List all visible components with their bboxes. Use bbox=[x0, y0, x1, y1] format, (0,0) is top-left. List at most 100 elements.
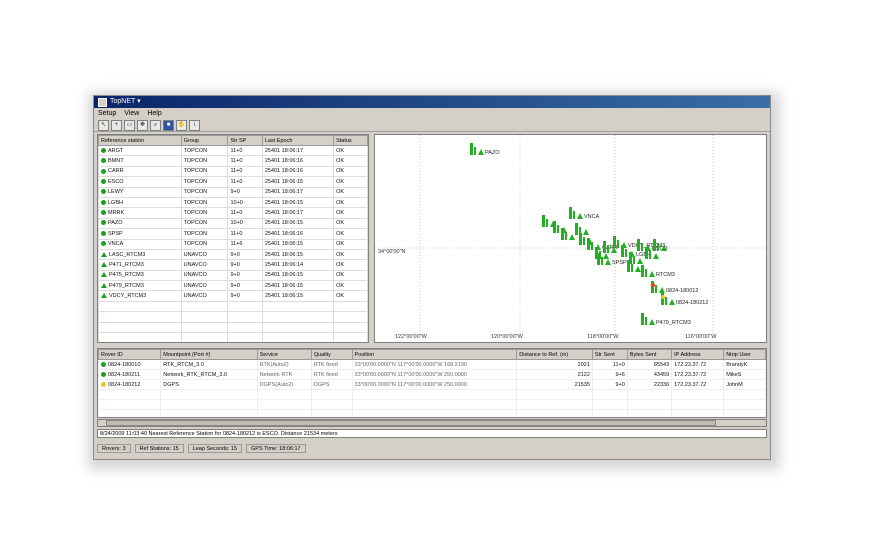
station-name-cell: LASC_RTCM3 bbox=[98, 248, 182, 261]
table-row[interactable]: P475_RTCM3 UNAVCO 9+0 25401 18:06:15 OK bbox=[98, 269, 368, 282]
table-row[interactable]: 0824-180211 Network_RTK_RTCM_3.0 Network R… bbox=[98, 369, 766, 380]
group-cell: UNAVCO bbox=[180, 280, 229, 292]
column-header[interactable]: Group bbox=[180, 135, 229, 146]
table-row[interactable]: BMNT TOPCON 11+0 25401 18:06:16 OK bbox=[98, 155, 368, 167]
column-header[interactable]: Distance to Ref. (m) bbox=[516, 349, 593, 360]
pan-icon[interactable]: ✥ bbox=[137, 119, 148, 131]
group-cell: TOPCON bbox=[180, 238, 229, 250]
column-header[interactable]: Reference station bbox=[98, 135, 182, 146]
signal-bar-icon bbox=[603, 241, 606, 253]
table-row[interactable]: LEWY TOPCON 9+0 25401 18:06:17 OK bbox=[98, 186, 368, 198]
station-map[interactable]: 34°00'00"N 122°00'00"W 120°00'00"W 118°00'0… bbox=[374, 134, 767, 343]
empty-cell bbox=[98, 389, 162, 400]
info-icon[interactable]: i bbox=[189, 119, 200, 131]
column-header[interactable]: Bytes Sent bbox=[626, 349, 673, 360]
table-row[interactable]: CARR TOPCON 11+0 25401 18:06:16 OK bbox=[98, 165, 368, 178]
ip-cell: 172.23.37.72 bbox=[671, 359, 725, 370]
signal-bar-icon bbox=[607, 245, 609, 253]
station-triangle-icon bbox=[605, 259, 611, 265]
column-header[interactable]: Str Sent bbox=[591, 349, 628, 360]
empty-cell bbox=[591, 399, 628, 410]
table-row[interactable]: P479_RTCM3 UNAVCO 9+0 25401 18:06:15 OK bbox=[98, 280, 368, 292]
table-row[interactable]: ARGT TOPCON 11+0 25401 18:06:17 OK bbox=[98, 144, 368, 157]
signal-bar-icon bbox=[645, 317, 647, 325]
station-label: 0824-180212 bbox=[676, 300, 708, 306]
empty-cell bbox=[180, 332, 229, 342]
triangle-station-icon bbox=[101, 293, 107, 299]
signal-bar-icon bbox=[546, 219, 548, 227]
reference-station-table: Reference station Group Str SP Last Epoch St… bbox=[97, 134, 369, 343]
signal-bar-icon bbox=[474, 147, 476, 155]
empty-cell bbox=[160, 389, 258, 400]
group-cell: TOPCON bbox=[180, 176, 229, 188]
group-cell: TOPCON bbox=[180, 217, 229, 230]
column-header[interactable]: Str SP bbox=[227, 135, 263, 146]
signal-bar-icon bbox=[625, 249, 627, 257]
empty-cell bbox=[516, 409, 593, 417]
signal-bar-icon bbox=[591, 242, 593, 250]
epoch-cell: 25401 18:06:14 bbox=[261, 259, 335, 271]
column-header[interactable]: Service bbox=[256, 349, 312, 360]
menu-view[interactable]: View bbox=[124, 108, 139, 119]
column-header[interactable]: Ntrip User bbox=[723, 349, 766, 360]
zoom-icon[interactable]: + bbox=[111, 119, 122, 131]
empty-cell bbox=[227, 300, 263, 313]
station-triangle-icon bbox=[577, 213, 583, 219]
signal-bar-icon bbox=[649, 251, 651, 259]
cursor-icon[interactable]: ↖ bbox=[98, 119, 109, 131]
signal-bar-icon bbox=[601, 257, 603, 265]
epoch-cell: 25401 18:06:15 bbox=[261, 290, 335, 302]
station-name-cell: VDCY_RTCM3 bbox=[98, 290, 182, 302]
station-label: P479_RTCM3 bbox=[656, 320, 691, 326]
table-row[interactable]: MRRK TOPCON 11+0 25401 18:06:17 OK bbox=[98, 207, 368, 219]
search-icon[interactable]: ⌕ bbox=[150, 119, 161, 131]
status-cell: OK bbox=[333, 144, 368, 157]
empty-cell bbox=[256, 389, 312, 400]
status-cell: OK bbox=[333, 207, 368, 219]
save-icon[interactable]: ■ bbox=[163, 119, 174, 131]
signal-bar-icon bbox=[655, 285, 657, 293]
station-label: RTCM3 bbox=[656, 272, 675, 278]
column-header[interactable]: Last Epoch bbox=[261, 135, 335, 146]
table-row[interactable]: ESCO TOPCON 11+0 25401 18:06:15 OK bbox=[98, 176, 368, 188]
column-header[interactable]: Mountpoint (Port #) bbox=[160, 349, 258, 360]
table-row[interactable]: LASC_RTCM3 UNAVCO 9+0 25401 18:06:15 OK bbox=[98, 248, 368, 261]
table-row[interactable]: VDCY_RTCM3 UNAVCO 9+0 25401 18:06:15 OK bbox=[98, 290, 368, 302]
table-row[interactable]: VNCA TOPCON 11+6 25401 18:06:15 OK bbox=[98, 238, 368, 250]
column-header[interactable]: Position bbox=[351, 349, 518, 360]
hand-icon[interactable]: ✋ bbox=[176, 119, 187, 131]
table-row[interactable]: SPSP TOPCON 11+0 25401 18:06:16 OK bbox=[98, 228, 368, 240]
station-label: VNCA bbox=[584, 214, 600, 220]
column-header[interactable]: Quality bbox=[310, 349, 353, 360]
empty-cell bbox=[98, 321, 182, 334]
station-name-cell: P475_RTCM3 bbox=[98, 269, 182, 282]
column-header[interactable]: Status bbox=[333, 135, 368, 146]
table-row[interactable]: 0824-180212 DGPS DGPS(Auto2) DGPS 33°00'00.0… bbox=[98, 379, 766, 390]
table-row[interactable]: 0824-180010 RTK_RTCM_3.0 RTK(Auto2) RTK fix… bbox=[98, 359, 766, 370]
sp-cell: 11+0 bbox=[227, 144, 263, 157]
triangle-station-icon bbox=[101, 272, 107, 278]
open-icon[interactable]: ▭ bbox=[124, 119, 135, 131]
empty-cell bbox=[671, 389, 725, 400]
column-header[interactable]: IP Address bbox=[671, 349, 725, 360]
horizontal-scrollbar[interactable] bbox=[97, 419, 767, 427]
station-name-cell: LEWY bbox=[98, 186, 182, 198]
menu-setup[interactable]: Setup bbox=[98, 108, 116, 119]
table-row[interactable]: PAZO TOPCON 10+0 25401 18:06:15 OK bbox=[98, 217, 368, 230]
group-cell: TOPCON bbox=[180, 186, 229, 198]
status-cell: OK bbox=[333, 238, 368, 250]
signal-bar-icon bbox=[553, 221, 556, 233]
empty-cell bbox=[333, 332, 368, 342]
table-row[interactable]: LGBH TOPCON 10+0 25401 18:06:15 OK bbox=[98, 196, 368, 209]
empty-cell bbox=[98, 399, 162, 410]
green-status-icon bbox=[101, 178, 106, 184]
station-name-cell: P479_RTCM3 bbox=[98, 280, 182, 292]
menu-help[interactable]: Help bbox=[147, 108, 161, 119]
column-header[interactable]: Rover ID bbox=[98, 349, 162, 360]
table-row[interactable]: P471_RTCM3 UNAVCO 9+0 25401 18:06:14 OK bbox=[98, 259, 368, 271]
signal-bar-icon bbox=[653, 239, 656, 251]
triangle-station-icon bbox=[101, 251, 107, 257]
empty-cell bbox=[671, 409, 725, 417]
green-status-icon bbox=[101, 147, 106, 153]
scrollbar-thumb[interactable] bbox=[106, 420, 716, 426]
